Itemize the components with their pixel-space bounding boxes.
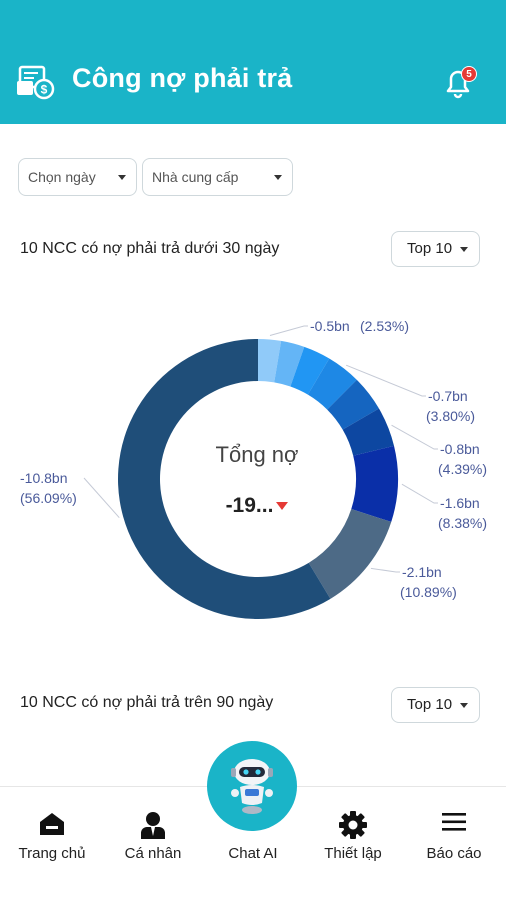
slice-value-label: -10.8bn [20,470,67,486]
section-title-over-90: 10 NCC có nợ phải trả trên 90 ngày [20,694,274,711]
nav-reports-label: Báo cáo [426,845,482,862]
chart-center-value: -19... [186,494,328,518]
donut-slice[interactable] [351,445,398,522]
label-leader-line [391,424,438,450]
slice-percent-label: (8.38%) [438,515,487,531]
label-leader-line [83,477,120,518]
slice-value-label: -0.5bn [310,318,350,334]
slice-percent-label: (2.53%) [360,318,409,334]
nav-settings-label: Thiết lập [324,845,382,862]
chart-center-title: Tổng nợ [215,442,299,467]
gear-icon [339,811,367,839]
slice-value-label: -2.1bn [402,564,442,580]
label-leader-line [401,483,438,504]
label-leader-line [370,567,400,573]
slice-value-label: -0.7bn [428,388,468,404]
slice-percent-label: (3.80%) [426,408,475,424]
total-debt-value: -19... [225,494,274,517]
invoice-money-icon: $ [17,65,55,100]
nav-profile-label: Cá nhân [124,845,182,862]
date-select-label: Chọn ngày [28,169,96,185]
slice-percent-label: (56.09%) [20,490,77,506]
slice-percent-label: (10.89%) [400,584,457,600]
robot-icon [231,759,273,814]
chevron-down-icon [118,175,126,180]
nav-home-label: Trang chủ [18,845,86,862]
top-select-over-90[interactable]: Top 10 [391,687,480,723]
supplier-select[interactable]: Nhà cung cấp [142,158,293,196]
menu-icon [442,813,466,831]
app-header: $ Công nợ phải trả 5 [0,0,506,124]
page-title: Công nợ phải trả [72,63,293,93]
nav-chat-ai-label: Chat AI [228,845,278,862]
chevron-down-icon [460,703,468,708]
svg-text:$: $ [41,83,48,97]
chevron-down-icon [460,247,468,252]
nav-home[interactable]: Trang chủ [2,787,102,900]
top-select-label: Top 10 [407,696,453,713]
chevron-down-icon [274,175,282,180]
slice-value-label: -1.6bn [440,495,480,511]
top-select-label: Top 10 [407,240,453,257]
date-select[interactable]: Chọn ngày [18,158,137,196]
down-arrow-icon [276,502,289,511]
nav-settings[interactable]: Thiết lập [303,787,403,900]
chat-ai-button[interactable] [207,741,297,831]
supplier-select-label: Nhà cung cấp [152,169,239,185]
home-icon [40,813,64,835]
top-select-under-30[interactable]: Top 10 [391,231,480,267]
slice-percent-label: (4.39%) [438,461,487,477]
nav-reports[interactable]: Báo cáo [404,787,504,900]
notification-badge: 5 [461,66,477,82]
nav-profile[interactable]: Cá nhân [103,787,203,900]
person-icon [141,812,165,839]
label-leader-line [269,325,308,336]
section-title-under-30: 10 NCC có nợ phải trả dưới 30 ngày [20,240,280,257]
slice-value-label: -0.8bn [440,441,480,457]
